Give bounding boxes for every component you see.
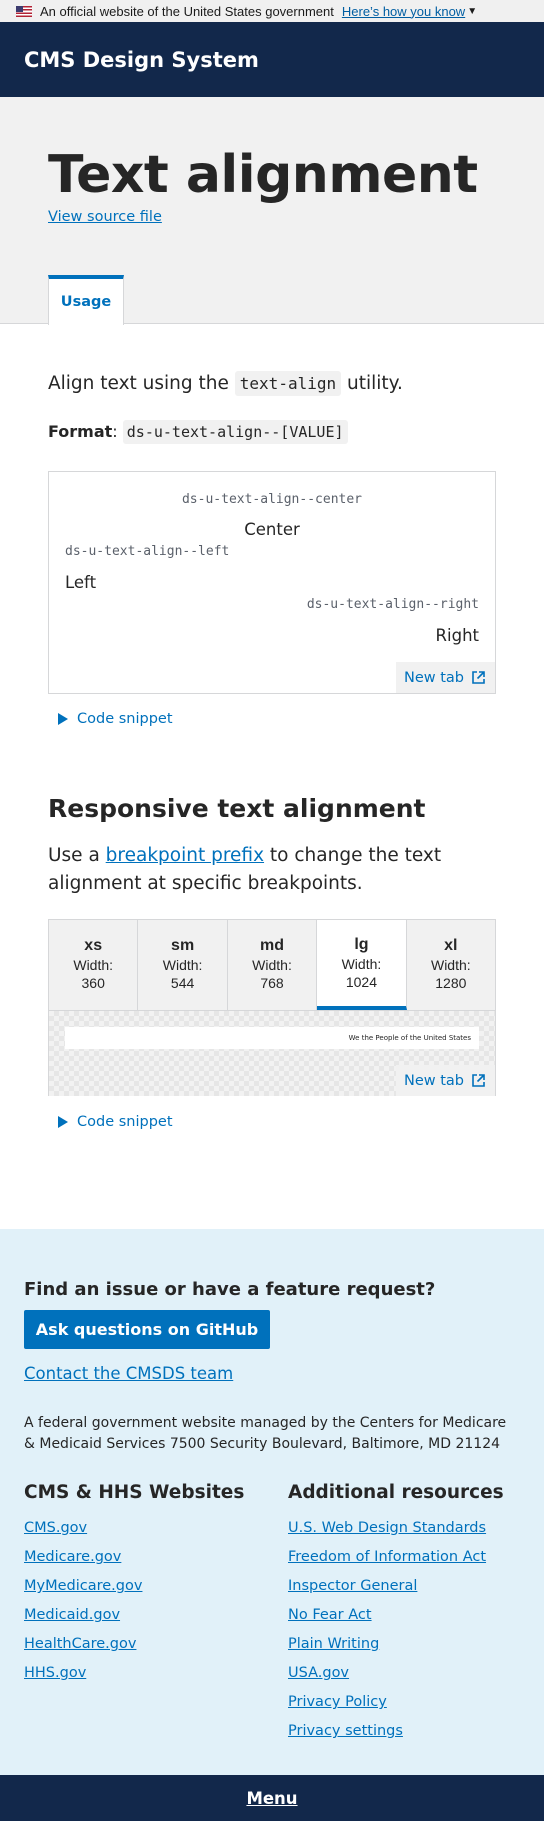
- footer-col-heading-resources: Additional resources: [288, 1482, 504, 1503]
- example-text-center: Center: [244, 520, 300, 539]
- breakpoint-width: 1280: [435, 975, 467, 991]
- gov-banner: An official website of the United States…: [0, 0, 544, 22]
- intro-text: Align text using the text-align utility.: [48, 371, 403, 396]
- example-class-right: ds-u-text-align--right: [306, 597, 479, 612]
- new-tab-label: New tab: [403, 1072, 464, 1089]
- breakpoint-tabs: xs Width: 360 sm Width: 544 md Width: 76…: [49, 920, 496, 1011]
- intro-text-before: Align text using the: [48, 373, 235, 394]
- page-hero: Text alignment View source file Usage: [0, 97, 544, 325]
- caret-right-icon: [58, 713, 68, 725]
- footer-link-foia[interactable]: Freedom of Information Act: [288, 1549, 486, 1565]
- example-class-center: ds-u-text-align--center: [181, 492, 362, 507]
- breakpoint-width: 1024: [345, 974, 377, 990]
- breakpoint-name: md: [260, 937, 285, 954]
- breakpoint-width: 360: [81, 975, 105, 991]
- footer-link-privacy-settings[interactable]: Privacy settings: [288, 1723, 403, 1739]
- code-snippet-toggle[interactable]: Code snippet: [58, 1114, 173, 1130]
- breakpoint-width-label: Width:: [252, 957, 292, 973]
- chevron-down-icon[interactable]: ▼: [467, 6, 477, 17]
- preview-frame: We the People of the United States: [65, 1027, 479, 1049]
- breakpoint-width: 768: [260, 975, 284, 991]
- footer-link-uswds[interactable]: U.S. Web Design Standards: [288, 1520, 486, 1536]
- code-snippet-toggle[interactable]: Code snippet: [58, 711, 173, 727]
- contact-team-link[interactable]: Contact the CMSDS team: [24, 1364, 233, 1383]
- breakpoint-tab-lg[interactable]: lg Width: 1024: [317, 920, 407, 1010]
- site-header: CMS Design System: [0, 22, 544, 97]
- code-snippet-label: Code snippet: [77, 1114, 173, 1130]
- footer-links-cms: CMS.gov Medicare.gov MyMedicare.gov Medi…: [24, 1519, 142, 1693]
- breakpoint-width-label: Width:: [162, 957, 203, 973]
- breakpoint-name: lg: [354, 936, 369, 953]
- footer-col-heading-cms: CMS & HHS Websites: [24, 1482, 245, 1503]
- menu-button[interactable]: Menu: [246, 1789, 297, 1808]
- footer-heading: Find an issue or have a feature request?: [24, 1279, 436, 1300]
- heres-how-you-know-link[interactable]: Here’s how you know: [342, 4, 465, 19]
- new-tab-button[interactable]: New tab: [395, 1065, 495, 1096]
- footer-about: A federal government website managed by …: [24, 1415, 507, 1452]
- breakpoint-name: xl: [444, 937, 458, 954]
- format-colon: :: [112, 422, 123, 441]
- footer-links-resources: U.S. Web Design Standards Freedom of Inf…: [288, 1519, 486, 1751]
- us-flag-icon: [16, 5, 32, 17]
- new-tab-button[interactable]: New tab: [395, 662, 495, 693]
- tab-usage-label: Usage: [60, 294, 112, 310]
- responsive-text-before: Use a: [48, 845, 106, 866]
- site-title[interactable]: CMS Design System: [24, 48, 259, 72]
- breakpoint-prefix-link[interactable]: breakpoint prefix: [106, 845, 264, 866]
- footer-link-medicaid-gov[interactable]: Medicaid.gov: [24, 1607, 120, 1623]
- footer-link-mymedicare-gov[interactable]: MyMedicare.gov: [24, 1578, 142, 1594]
- example-class-left: ds-u-text-align--left: [65, 544, 230, 559]
- breakpoint-tab-sm[interactable]: sm Width: 544: [138, 920, 228, 1010]
- footer-link-inspector-general[interactable]: Inspector General: [288, 1578, 417, 1594]
- breakpoint-width-label: Width:: [73, 957, 114, 973]
- footer-link-usa-gov[interactable]: USA.gov: [288, 1665, 349, 1681]
- tab-usage[interactable]: Usage: [48, 275, 124, 325]
- view-source-link[interactable]: View source file: [48, 209, 162, 225]
- footer-link-medicare-gov[interactable]: Medicare.gov: [24, 1549, 121, 1565]
- footer-link-hhs-gov[interactable]: HHS.gov: [24, 1665, 86, 1681]
- breakpoint-width-label: Width:: [341, 956, 382, 972]
- preview-text: We the People of the United States: [348, 1034, 471, 1042]
- caret-right-icon: [58, 1116, 68, 1128]
- responsive-heading: Responsive text alignment: [48, 794, 426, 823]
- gov-banner-text: An official website of the United States…: [40, 3, 334, 19]
- new-tab-label: New tab: [403, 669, 464, 686]
- external-link-icon: [472, 1074, 485, 1087]
- footer-link-cms-gov[interactable]: CMS.gov: [24, 1520, 87, 1536]
- footer-link-no-fear-act[interactable]: No Fear Act: [288, 1607, 372, 1623]
- footer-link-healthcare-gov[interactable]: HealthCare.gov: [24, 1636, 136, 1652]
- breakpoint-tab-xl[interactable]: xl Width: 1280: [406, 920, 496, 1010]
- breakpoint-tab-xs[interactable]: xs Width: 360: [49, 920, 139, 1010]
- menu-bar: Menu: [0, 1775, 544, 1821]
- external-link-icon: [472, 671, 485, 684]
- breakpoint-width-label: Width:: [430, 957, 471, 973]
- page-title: Text alignment: [48, 145, 478, 205]
- breakpoint-width: 544: [170, 975, 195, 991]
- responsive-text: Use a breakpoint prefix to change the te…: [48, 842, 508, 898]
- footer-link-plain-writing[interactable]: Plain Writing: [288, 1636, 379, 1652]
- example-text-left: Left: [65, 573, 97, 592]
- footer-link-privacy-policy[interactable]: Privacy Policy: [288, 1694, 387, 1710]
- example-text-right: Right: [435, 626, 479, 645]
- text-align-example: ds-u-text-align--center Center ds-u-text…: [48, 471, 496, 694]
- ask-github-button[interactable]: Ask questions on GitHub: [24, 1310, 270, 1349]
- format-line: Format: ds-u-text-align--[VALUE]: [48, 420, 348, 444]
- responsive-example: xs Width: 360 sm Width: 544 md Width: 76…: [48, 919, 496, 1096]
- intro-text-after: utility.: [341, 373, 403, 394]
- text-align-code: text-align: [234, 371, 342, 396]
- breakpoint-preview: We the People of the United States New t…: [49, 1011, 495, 1096]
- site-footer: Find an issue or have a feature request?…: [0, 1229, 544, 1775]
- code-snippet-label: Code snippet: [77, 711, 173, 727]
- format-label: Format: [48, 422, 113, 441]
- breakpoint-name: xs: [84, 937, 103, 954]
- format-code: ds-u-text-align--[VALUE]: [122, 420, 348, 444]
- breakpoint-name: sm: [171, 937, 195, 954]
- breakpoint-tab-md[interactable]: md Width: 768: [227, 920, 318, 1010]
